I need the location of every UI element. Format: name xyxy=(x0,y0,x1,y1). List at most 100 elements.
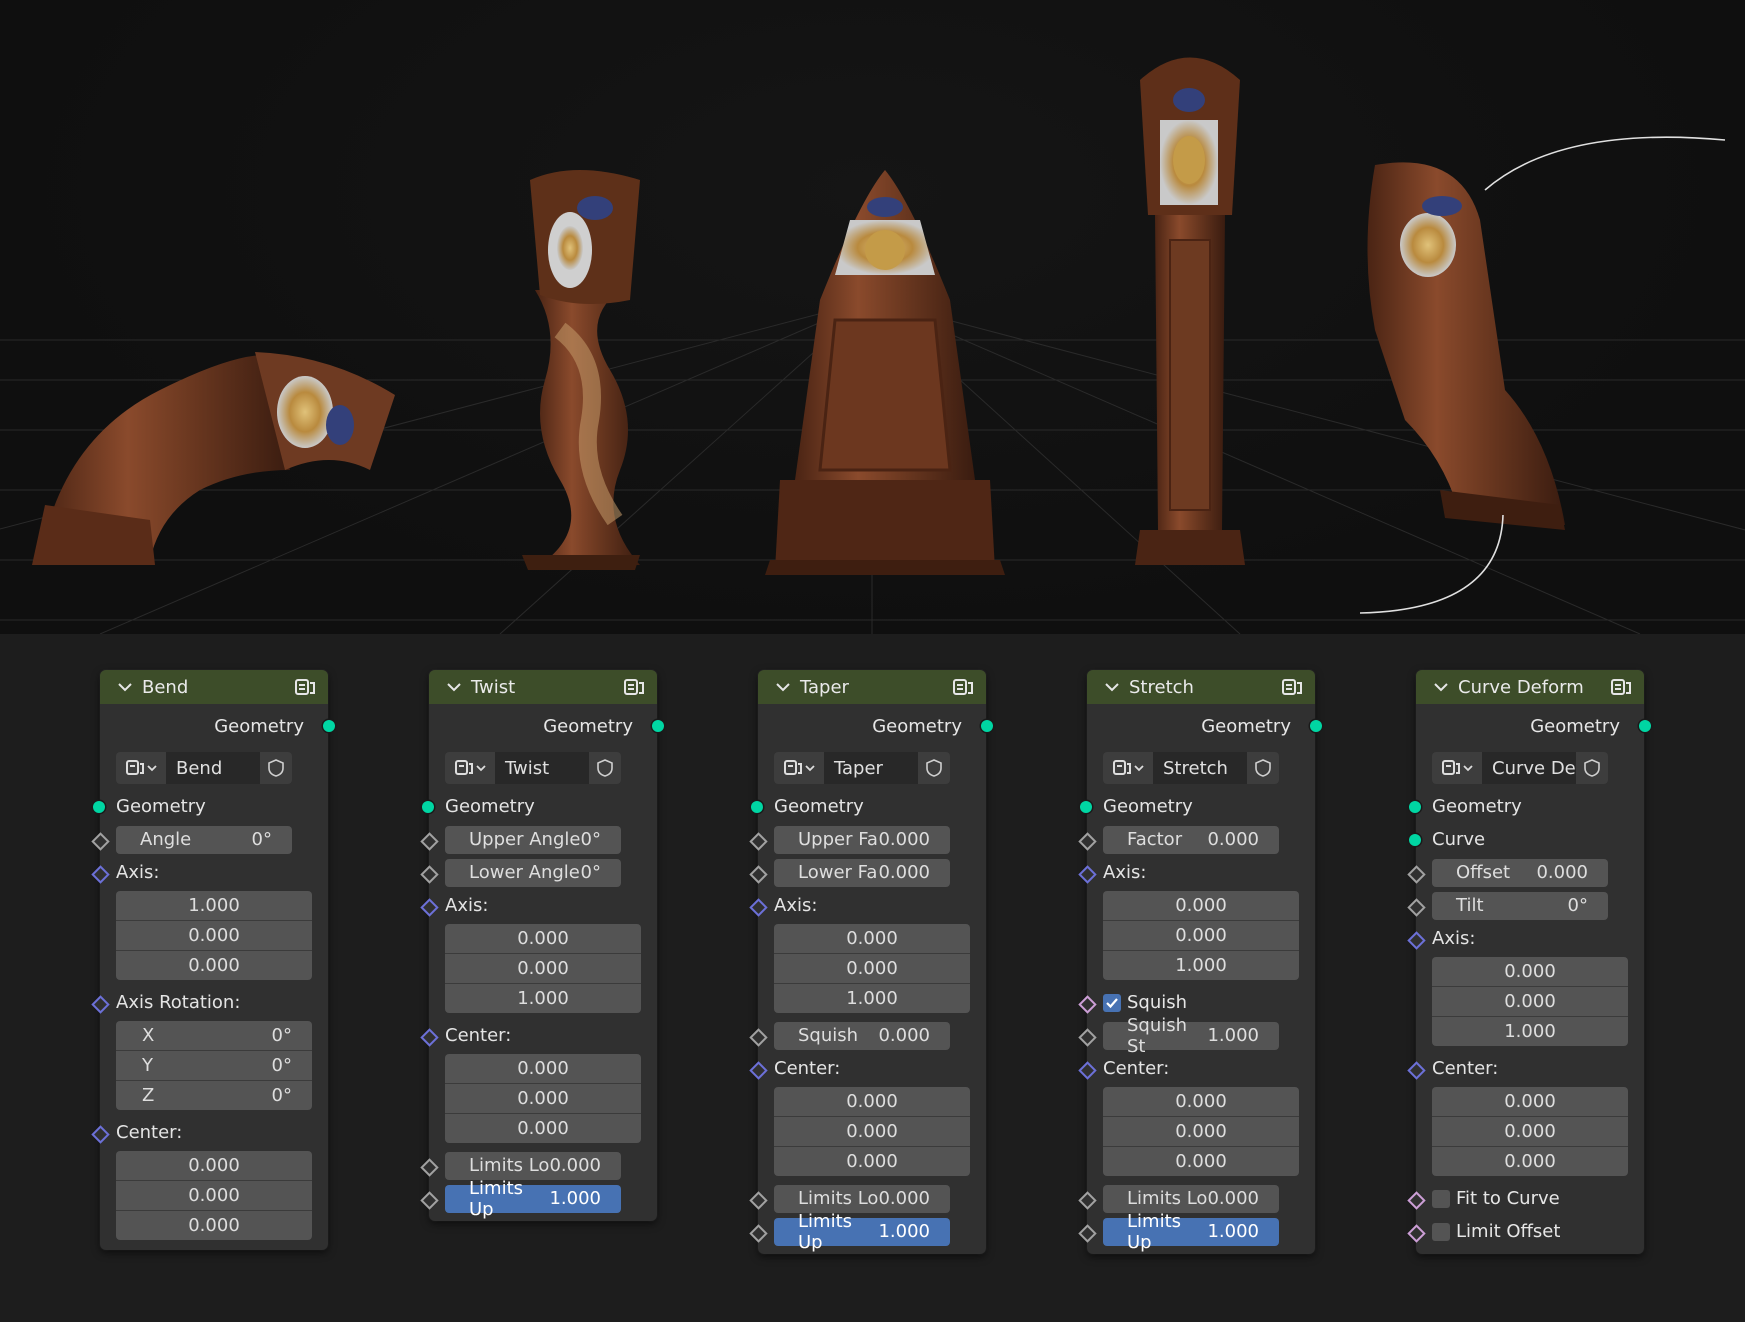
limits-lo-socket[interactable] xyxy=(1078,1190,1097,1210)
center-y-field[interactable]: 0.000 xyxy=(1103,1117,1299,1147)
fit-to-curve-socket[interactable] xyxy=(1407,1190,1426,1210)
center-y-field[interactable]: 0.000 xyxy=(774,1117,970,1147)
center-vector[interactable]: 0.000 0.000 0.000 xyxy=(1103,1087,1299,1176)
geometry-input-socket[interactable] xyxy=(93,800,105,813)
shield-icon[interactable] xyxy=(918,752,950,784)
limit-offset-checkbox[interactable] xyxy=(1432,1222,1450,1241)
rotation-x-field[interactable]: X 0° xyxy=(116,1021,312,1051)
axis-y-field[interactable]: 0.000 xyxy=(116,921,312,951)
center-y-field[interactable]: 0.000 xyxy=(445,1084,641,1114)
upper-factor-field[interactable]: Upper Fa 0.000 xyxy=(774,825,950,854)
modifier-dropdown-icon[interactable] xyxy=(445,752,495,784)
node-header[interactable]: Curve Deform xyxy=(1416,670,1644,704)
center-vector[interactable]: 0.000 0.000 0.000 xyxy=(774,1087,970,1176)
geometry-input-socket[interactable] xyxy=(1409,800,1421,813)
node-header[interactable]: Twist xyxy=(429,670,657,704)
axis-rotation-vector[interactable]: X 0° Y 0° Z 0° xyxy=(116,1021,312,1110)
chevron-down-icon[interactable] xyxy=(772,682,794,692)
axis-x-field[interactable]: 0.000 xyxy=(1432,957,1628,987)
center-socket[interactable] xyxy=(1078,1060,1097,1080)
modifier-dropdown-icon[interactable] xyxy=(1432,752,1482,784)
center-y-field[interactable]: 0.000 xyxy=(1432,1117,1628,1147)
twist-node[interactable]: Twist Geometry Twist Geometry Upper Angl… xyxy=(420,670,664,1221)
center-z-field[interactable]: 0.000 xyxy=(445,1114,641,1143)
center-socket[interactable] xyxy=(749,1060,768,1080)
curve-input-socket[interactable] xyxy=(1409,833,1421,846)
modifier-dropdown-icon[interactable] xyxy=(116,752,166,784)
shield-icon[interactable] xyxy=(1576,752,1608,784)
center-x-field[interactable]: 0.000 xyxy=(445,1054,641,1084)
bend-node[interactable]: Bend Geometry Bend Geometry Angle 0° Axis… xyxy=(91,670,335,1250)
axis-vector[interactable]: 0.000 0.000 1.000 xyxy=(774,924,970,1013)
node-header[interactable]: Stretch xyxy=(1087,670,1315,704)
axis-x-field[interactable]: 0.000 xyxy=(1103,891,1299,921)
3d-viewport[interactable] xyxy=(0,0,1745,634)
center-socket[interactable] xyxy=(91,1124,110,1144)
fit-to-curve-checkbox[interactable] xyxy=(1432,1189,1450,1208)
limits-up-socket[interactable] xyxy=(1078,1223,1097,1243)
lower-angle-field[interactable]: Lower Angle 0° xyxy=(445,858,621,887)
axis-vector[interactable]: 0.000 0.000 1.000 xyxy=(445,924,641,1013)
node-header[interactable]: Bend xyxy=(100,670,328,704)
squish-socket[interactable] xyxy=(1078,994,1097,1014)
modifier-name[interactable]: Curve De... xyxy=(1482,752,1576,784)
axis-y-field[interactable]: 0.000 xyxy=(774,954,970,984)
axis-vector[interactable]: 0.000 0.000 1.000 xyxy=(1432,957,1628,1046)
axis-z-field[interactable]: 1.000 xyxy=(1432,1017,1628,1046)
center-z-field[interactable]: 0.000 xyxy=(1103,1147,1299,1176)
modifier-name[interactable]: Twist xyxy=(495,752,589,784)
center-x-field[interactable]: 0.000 xyxy=(1103,1087,1299,1117)
stretch-node[interactable]: Stretch Geometry Stretch Geometry Factor… xyxy=(1078,670,1322,1254)
center-socket[interactable] xyxy=(420,1027,439,1047)
geometry-output-socket[interactable] xyxy=(652,720,664,732)
geometry-input-socket[interactable] xyxy=(751,800,763,813)
limits-up-field[interactable]: Limits Up 1.000 xyxy=(445,1178,621,1220)
squish-strength-field[interactable]: Squish St 1.000 xyxy=(1103,1015,1279,1057)
limits-lo-socket[interactable] xyxy=(420,1157,439,1177)
offset-socket[interactable] xyxy=(1407,864,1426,884)
factor-field[interactable]: Factor 0.000 xyxy=(1103,825,1279,854)
modifier-name[interactable]: Taper xyxy=(824,752,918,784)
squish-field[interactable]: Squish 0.000 xyxy=(774,1021,950,1050)
chevron-down-icon[interactable] xyxy=(1430,682,1452,692)
modifier-selector[interactable]: Stretch xyxy=(1103,752,1279,784)
axis-x-field[interactable]: 0.000 xyxy=(445,924,641,954)
center-vector[interactable]: 0.000 0.000 0.000 xyxy=(116,1151,312,1240)
modifier-name[interactable]: Stretch xyxy=(1153,752,1247,784)
limits-up-field[interactable]: Limits Up 1.000 xyxy=(774,1211,950,1253)
axis-socket[interactable] xyxy=(91,864,110,884)
shield-icon[interactable] xyxy=(589,752,621,784)
axis-y-field[interactable]: 0.000 xyxy=(1103,921,1299,951)
squish-checkbox[interactable] xyxy=(1103,993,1121,1012)
squish-strength-socket[interactable] xyxy=(1078,1027,1097,1047)
angle-field[interactable]: Angle 0° xyxy=(116,825,292,854)
shield-icon[interactable] xyxy=(1247,752,1279,784)
geometry-input-socket[interactable] xyxy=(422,800,434,813)
tilt-field[interactable]: Tilt 0° xyxy=(1432,891,1608,920)
upper-angle-socket[interactable] xyxy=(420,831,439,851)
center-x-field[interactable]: 0.000 xyxy=(116,1151,312,1181)
axis-vector[interactable]: 0.000 0.000 1.000 xyxy=(1103,891,1299,980)
center-z-field[interactable]: 0.000 xyxy=(116,1211,312,1240)
axis-z-field[interactable]: 1.000 xyxy=(445,984,641,1013)
factor-socket[interactable] xyxy=(1078,831,1097,851)
axis-socket[interactable] xyxy=(1407,930,1426,950)
limits-lo-socket[interactable] xyxy=(749,1190,768,1210)
center-z-field[interactable]: 0.000 xyxy=(774,1147,970,1176)
shield-icon[interactable] xyxy=(260,752,292,784)
modifier-selector[interactable]: Taper xyxy=(774,752,950,784)
limits-up-socket[interactable] xyxy=(749,1223,768,1243)
lower-angle-socket[interactable] xyxy=(420,864,439,884)
center-vector[interactable]: 0.000 0.000 0.000 xyxy=(445,1054,641,1143)
axis-y-field[interactable]: 0.000 xyxy=(1432,987,1628,1017)
limits-up-socket[interactable] xyxy=(420,1190,439,1210)
axis-z-field[interactable]: 1.000 xyxy=(1103,951,1299,980)
axis-socket[interactable] xyxy=(1078,864,1097,884)
limits-up-field[interactable]: Limits Up 1.000 xyxy=(1103,1211,1279,1253)
rotation-y-field[interactable]: Y 0° xyxy=(116,1051,312,1081)
modifier-selector[interactable]: Bend xyxy=(116,752,292,784)
center-x-field[interactable]: 0.000 xyxy=(1432,1087,1628,1117)
upper-angle-field[interactable]: Upper Angle 0° xyxy=(445,825,621,854)
limit-offset-socket[interactable] xyxy=(1407,1223,1426,1243)
modifier-dropdown-icon[interactable] xyxy=(1103,752,1153,784)
